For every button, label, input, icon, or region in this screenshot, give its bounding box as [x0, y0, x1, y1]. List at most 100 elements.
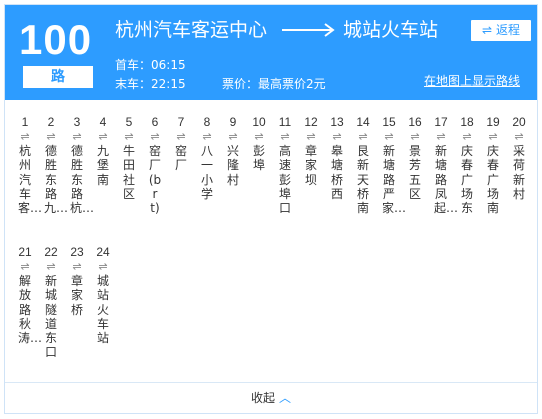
route-number: 100	[19, 16, 93, 63]
stop-number: 8	[203, 115, 211, 129]
stop-item[interactable]: 24 ⇌ 城站火车站	[92, 245, 114, 345]
stop-item[interactable]: 18 ⇌ 庆春广场东	[456, 115, 478, 215]
stop-number: 14	[356, 115, 370, 129]
last-bus-time: 末车：22:15	[115, 77, 186, 91]
stop-item[interactable]: 10 ⇌ 彭埠	[248, 115, 270, 173]
stop-number: 19	[486, 115, 500, 129]
stop-item[interactable]: 3 ⇌ 德胜东路杭…	[66, 115, 95, 216]
show-route-on-map-link[interactable]: 在地图上显示路线	[424, 73, 520, 89]
transfer-arrows-icon: ⇌	[202, 130, 212, 143]
route-destination: 城站火车站	[343, 19, 439, 41]
stop-item[interactable]: 19 ⇌ 庆春广场南	[482, 115, 504, 215]
stop-number: 15	[382, 115, 396, 129]
stop-item[interactable]: 14 ⇌ 艮新天桥南	[352, 115, 374, 215]
stop-item[interactable]: 2 ⇌ 德胜东路九…	[40, 115, 69, 216]
transfer-arrows-icon: ⇌	[410, 130, 420, 143]
transfer-arrows-icon: ⇌	[462, 130, 472, 143]
stop-number: 3	[73, 115, 81, 129]
transfer-arrows-icon: ⇌	[384, 130, 394, 143]
stop-name: 九堡南	[96, 144, 109, 187]
stop-number: 13	[330, 115, 344, 129]
transfer-arrows-icon: ⇌	[280, 130, 290, 143]
stop-name: 章家坝	[304, 144, 317, 187]
stop-number: 7	[177, 115, 185, 129]
stop-item[interactable]: 8 ⇌ 八一小学	[196, 115, 218, 201]
transfer-arrows-icon: ⇌	[98, 130, 108, 143]
stop-item[interactable]: 17 ⇌ 新塘路凤起…	[430, 115, 459, 216]
stop-name: 兴隆村	[226, 144, 239, 187]
stop-name: 采荷新村	[512, 144, 525, 201]
stop-item[interactable]: 11 ⇌ 高速彭埠口	[274, 115, 296, 215]
transfer-arrows-icon: ⇌	[228, 130, 238, 143]
stop-name: 皋塘桥西	[330, 144, 343, 201]
collapse-label: 收起	[251, 391, 276, 405]
return-trip-button[interactable]: ⇌ 返程	[471, 20, 531, 41]
stop-name: 德胜东路杭…	[70, 144, 95, 216]
stop-item[interactable]: 5 ⇌ 牛田社区	[118, 115, 140, 201]
transfer-arrows-icon: ⇌	[46, 260, 56, 273]
stop-number: 24	[96, 245, 110, 259]
route-unit-badge: 路	[23, 66, 93, 88]
collapse-button[interactable]: 收起 ︿	[251, 390, 291, 406]
first-bus-time: 首车：06:15	[115, 58, 186, 72]
stop-name: 新塘路凤起…	[434, 144, 459, 216]
transfer-arrows-icon: ⇌	[98, 260, 108, 273]
stop-item[interactable]: 16 ⇌ 景芳五区	[404, 115, 426, 201]
stop-number: 2	[47, 115, 55, 129]
stop-name: 窑厂(brt)	[148, 144, 162, 216]
stop-name: 艮新天桥南	[356, 144, 369, 216]
stop-name: 解放路秋涛…	[18, 274, 43, 346]
stop-name: 庆春广场东	[460, 144, 473, 216]
stop-item[interactable]: 4 ⇌ 九堡南	[92, 115, 114, 187]
transfer-arrows-icon: ⇌	[176, 130, 186, 143]
stop-name: 新城隧道东口	[44, 274, 57, 360]
stop-name: 城站火车站	[96, 274, 109, 346]
stop-number: 4	[99, 115, 107, 129]
stop-name: 八一小学	[200, 144, 213, 201]
transfer-arrows-icon: ⇌	[72, 130, 82, 143]
stop-item[interactable]: 20 ⇌ 采荷新村	[508, 115, 530, 201]
route-origin: 杭州汽车客运中心	[115, 19, 268, 41]
transfer-arrows-icon: ⇌	[46, 130, 56, 143]
stop-number: 22	[44, 245, 58, 259]
stop-item[interactable]: 13 ⇌ 皋塘桥西	[326, 115, 348, 201]
stop-number: 23	[70, 245, 84, 259]
stop-number: 16	[408, 115, 422, 129]
stop-number: 5	[125, 115, 133, 129]
stop-item[interactable]: 7 ⇌ 窑厂	[170, 115, 192, 173]
stop-name: 窑厂	[174, 144, 187, 173]
transfer-arrows-icon: ⇌	[150, 130, 160, 143]
chevron-up-icon: ︿	[279, 391, 292, 405]
bus-route-card: 100 路 杭州汽车客运中心 城站火车站 ⇌ 返程 首车：06:15 末车：22:…	[4, 4, 538, 414]
footer-divider	[5, 382, 537, 383]
stop-item[interactable]: 9 ⇌ 兴隆村	[222, 115, 244, 187]
stop-name: 新塘路严家…	[382, 144, 407, 216]
stop-item[interactable]: 22 ⇌ 新城隧道东口	[40, 245, 62, 360]
stop-number: 12	[304, 115, 318, 129]
transfer-arrows-icon: ⇌	[332, 130, 342, 143]
transfer-arrows-icon: ⇌	[436, 130, 446, 143]
stop-number: 18	[460, 115, 474, 129]
stop-item[interactable]: 23 ⇌ 章家桥	[66, 245, 88, 317]
stop-item[interactable]: 6 ⇌ 窑厂(brt)	[144, 115, 166, 215]
stop-item[interactable]: 15 ⇌ 新塘路严家…	[378, 115, 407, 216]
transfer-arrows-icon: ⇌	[72, 260, 82, 273]
stop-name: 彭埠	[252, 144, 265, 173]
transfer-arrows-icon: ⇌	[488, 130, 498, 143]
stop-item[interactable]: 21 ⇌ 解放路秋涛…	[14, 245, 43, 346]
stop-number: 11	[278, 115, 292, 129]
stop-number: 9	[229, 115, 237, 129]
transfer-arrows-icon: ⇌	[514, 130, 524, 143]
direction-arrow-icon	[282, 23, 335, 37]
stop-item[interactable]: 1 ⇌ 杭州汽车客…	[14, 115, 42, 215]
route-header: 100 路 杭州汽车客运中心 城站火车站 ⇌ 返程 首车：06:15 末车：22:…	[5, 5, 537, 100]
stop-number: 21	[18, 245, 32, 259]
stop-number: 1	[21, 115, 29, 129]
stop-name: 庆春广场南	[486, 144, 499, 216]
transfer-arrows-icon: ⇌	[20, 130, 30, 143]
stop-item[interactable]: 12 ⇌ 章家坝	[300, 115, 322, 187]
stop-number: 6	[151, 115, 159, 129]
transfer-arrows-icon: ⇌	[20, 260, 30, 273]
stop-name: 德胜东路九…	[44, 144, 69, 216]
stop-number: 20	[512, 115, 526, 129]
